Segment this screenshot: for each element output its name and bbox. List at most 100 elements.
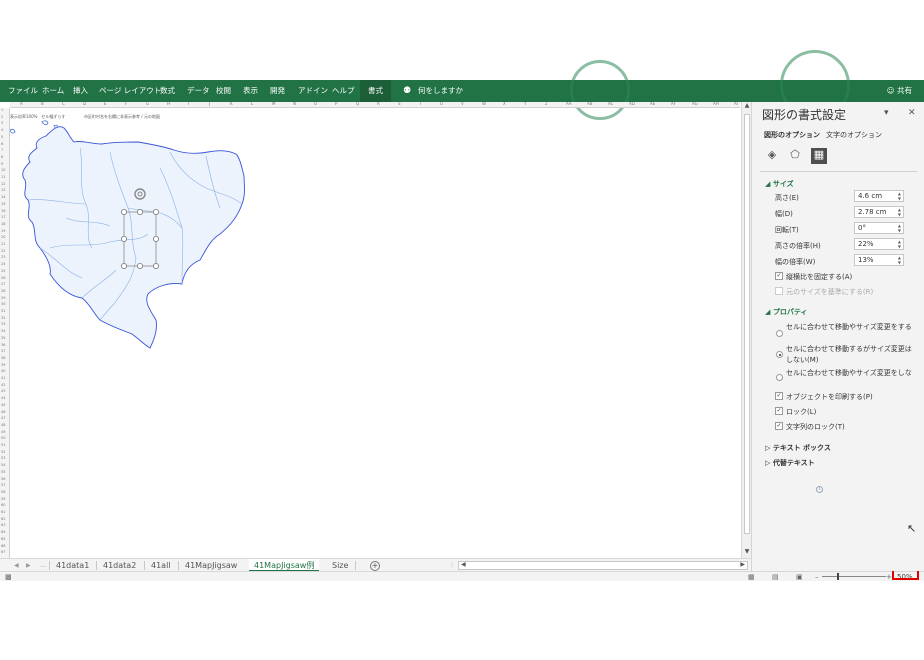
row-header[interactable]: 38 — [1, 356, 5, 360]
alttext-section-header[interactable]: ▷ 代替テキスト — [765, 458, 815, 468]
spin-arrows-icon[interactable]: ▲ ▼ — [898, 239, 901, 249]
tab-text-options[interactable]: 文字のオプション — [826, 130, 882, 140]
column-header-I[interactable]: I — [188, 102, 189, 106]
move-size-with-cells-radio[interactable] — [776, 330, 783, 337]
row-header[interactable]: 61 — [1, 510, 5, 514]
row-header[interactable]: 1 — [1, 108, 3, 112]
row-header[interactable]: 3 — [1, 121, 3, 125]
column-header-Y[interactable]: Y — [524, 102, 526, 106]
tab-review[interactable]: 校閲 — [216, 80, 231, 102]
row-header[interactable]: 33 — [1, 322, 5, 326]
column-header-F[interactable]: F — [125, 102, 127, 106]
pane-options-chevron-icon[interactable]: ▾ — [884, 108, 889, 118]
column-header-AB[interactable]: AB — [587, 102, 592, 106]
row-header[interactable]: 15 — [1, 202, 5, 206]
move-no-size-radio[interactable] — [776, 351, 783, 358]
column-header-B[interactable]: B — [41, 102, 44, 106]
lightbulb-icon[interactable]: ⚉ — [403, 80, 411, 102]
row-header[interactable]: 42 — [1, 383, 5, 387]
row-header[interactable]: 11 — [1, 175, 5, 179]
resize-handle-e[interactable] — [152, 235, 159, 242]
row-header[interactable]: 45 — [1, 403, 5, 407]
row-header[interactable]: 31 — [1, 309, 5, 313]
row-header[interactable]: 48 — [1, 423, 5, 427]
scale-height-field[interactable]: 22% ▲ ▼ — [854, 238, 904, 250]
column-header-AA[interactable]: AA — [566, 102, 572, 106]
row-header[interactable]: 9 — [1, 162, 3, 166]
column-header-W[interactable]: W — [482, 102, 486, 106]
row-header[interactable]: 66 — [1, 544, 5, 548]
row-header[interactable]: 40 — [1, 369, 5, 373]
page-layout-view-icon[interactable]: ▤ — [772, 573, 779, 581]
add-sheet-button[interactable]: + — [370, 561, 380, 571]
resize-handle-se[interactable] — [152, 262, 159, 269]
column-header-T[interactable]: T — [419, 102, 421, 106]
width-field[interactable]: 2.78 cm ▲ ▼ — [854, 206, 904, 218]
resize-handle-nw[interactable] — [121, 209, 128, 216]
row-header[interactable]: 59 — [1, 497, 5, 501]
row-header[interactable]: 36 — [1, 343, 5, 347]
size-section-header[interactable]: ◢ サイズ — [765, 179, 794, 189]
print-object-checkbox[interactable]: ✓ — [775, 392, 783, 400]
textbox-section-header[interactable]: ▷ テキスト ボックス — [765, 443, 831, 453]
scroll-thumb[interactable] — [744, 114, 750, 534]
row-header[interactable]: 67 — [1, 550, 5, 554]
column-header-L[interactable]: L — [251, 102, 253, 106]
column-header-AE[interactable]: AE — [650, 102, 655, 106]
row-header[interactable]: 23 — [1, 255, 5, 259]
resize-handle-n[interactable] — [137, 209, 144, 216]
row-header[interactable]: 41 — [1, 376, 5, 380]
row-header[interactable]: 6 — [1, 142, 3, 146]
row-header[interactable]: 12 — [1, 182, 5, 186]
tab-data[interactable]: データ — [187, 80, 210, 102]
row-header[interactable]: 65 — [1, 537, 5, 541]
row-header[interactable]: 60 — [1, 503, 5, 507]
row-header[interactable]: 21 — [1, 242, 5, 246]
column-header-M[interactable]: M — [272, 102, 275, 106]
tab-format[interactable]: 書式 — [360, 80, 391, 102]
row-header[interactable]: 46 — [1, 410, 5, 414]
row-header[interactable]: 47 — [1, 416, 5, 420]
rotation-field[interactable]: 0° ▲ ▼ — [854, 222, 904, 234]
tab-addins[interactable]: アドイン — [298, 80, 328, 102]
locked-checkbox[interactable]: ✓ — [775, 407, 783, 415]
resize-handle-w[interactable] — [121, 235, 128, 242]
column-header-AG[interactable]: AG — [692, 102, 698, 106]
column-header-E[interactable]: E — [104, 102, 107, 106]
column-header-Z[interactable]: Z — [545, 102, 548, 106]
tab-file[interactable]: ファイル — [8, 80, 38, 102]
row-header[interactable]: 52 — [1, 450, 5, 454]
size-properties-icon[interactable]: ▦ — [811, 148, 827, 164]
scale-width-field[interactable]: 13% ▲ ▼ — [854, 254, 904, 266]
prefecture-map[interactable] — [10, 108, 740, 558]
lock-text-checkbox[interactable]: ✓ — [775, 422, 783, 430]
column-header-AH[interactable]: AH — [713, 102, 719, 106]
tab-view[interactable]: 表示 — [243, 80, 258, 102]
row-header[interactable]: 43 — [1, 389, 5, 393]
row-header[interactable]: 58 — [1, 490, 5, 494]
row-header[interactable]: 7 — [1, 148, 3, 152]
row-header[interactable]: 14 — [1, 195, 5, 199]
worksheet-area[interactable]: A B C D E F G H I J K L M N O P Q R S T U V W X Y Z AA AB AC AD AE AF AG… — [0, 102, 742, 558]
row-header[interactable]: 16 — [1, 209, 5, 213]
row-header[interactable]: 5 — [1, 135, 3, 139]
tell-me-box[interactable]: 何をしますか — [418, 80, 463, 102]
column-header-P[interactable]: P — [335, 102, 337, 106]
share-button[interactable]: ☺ 共有 — [887, 80, 912, 102]
tab-help[interactable]: ヘルプ — [332, 80, 355, 102]
no-move-no-size-radio[interactable] — [776, 374, 783, 381]
column-header-G[interactable]: G — [146, 102, 149, 106]
scroll-right-icon[interactable]: ▶ — [740, 561, 745, 568]
row-header[interactable]: 30 — [1, 302, 5, 306]
zoom-slider[interactable] — [822, 576, 886, 577]
row-header[interactable]: 28 — [1, 289, 5, 293]
row-header[interactable]: 24 — [1, 262, 5, 266]
effects-icon[interactable]: ⬠ — [788, 148, 802, 162]
row-header[interactable]: 63 — [1, 523, 5, 527]
row-header[interactable]: 62 — [1, 517, 5, 521]
column-header-AD[interactable]: AD — [629, 102, 635, 106]
vertical-scrollbar[interactable]: ▲ ▼ — [741, 102, 751, 558]
row-header[interactable]: 10 — [1, 168, 5, 172]
column-header-J[interactable]: J — [209, 102, 210, 106]
tab-insert[interactable]: 挿入 — [73, 80, 88, 102]
